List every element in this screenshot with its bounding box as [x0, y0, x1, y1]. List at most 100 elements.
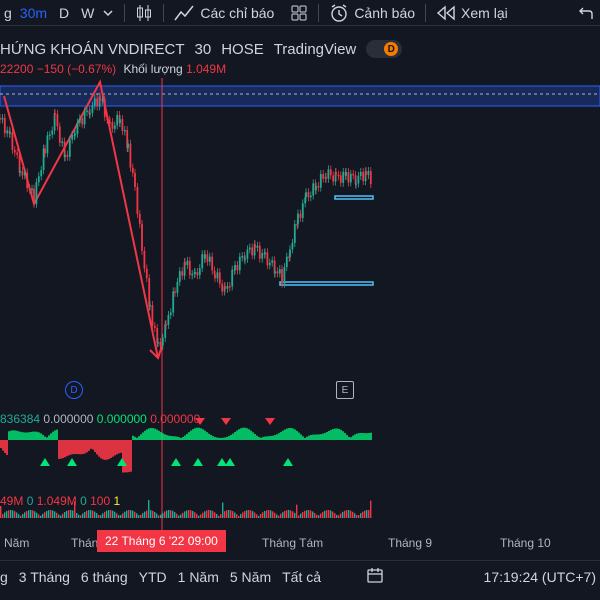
interval-dropdown[interactable] — [98, 0, 118, 26]
vol-value-6: 1 — [113, 494, 121, 508]
oscillator-legend[interactable]: 836384 0.000000 0.000000 0.000000 — [0, 412, 200, 426]
chart-pane[interactable] — [0, 78, 600, 530]
osc-bar — [272, 435, 274, 440]
osc-bar — [224, 437, 226, 440]
osc-bar — [158, 430, 160, 440]
interval-30m[interactable]: 30m — [16, 0, 51, 26]
candle-body — [93, 98, 96, 106]
candle-body — [151, 304, 154, 326]
volume-bar — [262, 512, 264, 518]
candle-body — [64, 154, 66, 158]
range-6-months[interactable]: 6 tháng — [81, 569, 128, 585]
range-1-year[interactable]: 1 Năm — [178, 569, 219, 585]
chart-type-button[interactable] — [131, 0, 157, 26]
range-3-months[interactable]: 3 Tháng — [19, 569, 70, 585]
indicators-button[interactable]: Các chỉ báo — [170, 0, 278, 26]
candle-body — [188, 260, 191, 275]
volume-bar — [48, 510, 50, 518]
top-toolbar: g 30m D W Các chỉ báo Cảnh báo Xem lại — [0, 0, 600, 26]
candle-body — [138, 213, 141, 224]
volume-bar — [88, 510, 90, 518]
volume-bar — [352, 511, 354, 518]
candle-body — [23, 172, 26, 176]
volume-bar — [310, 510, 312, 518]
symbol-legend[interactable]: HỨNG KHOÁN VNDIRECT 30 HOSE TradingView … — [0, 38, 412, 60]
volume-bar — [242, 512, 244, 518]
volume-bar — [150, 510, 152, 518]
osc-bar — [116, 440, 118, 455]
osc-bar — [60, 440, 62, 459]
candle-body — [167, 315, 170, 325]
volume-bar — [232, 511, 234, 518]
candle-body — [246, 249, 249, 259]
volume-bar — [78, 514, 80, 518]
volume-bar — [236, 514, 238, 518]
volume-bar — [274, 512, 276, 518]
volume-bar — [160, 514, 162, 518]
volume-bar — [220, 514, 222, 518]
osc-bar — [210, 434, 212, 440]
volume-bar — [32, 510, 34, 518]
osc-bar — [252, 432, 254, 440]
candles-icon — [137, 4, 152, 21]
candle-body — [31, 188, 33, 191]
osc-bar — [264, 436, 266, 440]
divider — [318, 3, 320, 22]
undo-button[interactable] — [574, 0, 598, 26]
range-5-years[interactable]: 5 Năm — [230, 569, 271, 585]
osc-bar — [28, 432, 30, 440]
time-axis[interactable]: Năm Thán Tháng Tám Tháng 9 Tháng 10 — [0, 531, 600, 555]
candle-body — [83, 111, 86, 125]
market-status-badge[interactable]: D — [366, 40, 403, 58]
candle-body — [0, 118, 1, 120]
candle-body — [96, 98, 99, 107]
volume-bar — [46, 510, 48, 518]
dividend-marker[interactable]: D — [65, 381, 83, 399]
interval-g[interactable]: g — [0, 0, 16, 26]
replay-button[interactable]: Xem lại — [432, 0, 512, 26]
templates-button[interactable] — [286, 0, 312, 26]
sell-signal-icon — [265, 418, 275, 425]
last-price: 22200 — [0, 62, 34, 76]
price-chart-canvas[interactable] — [0, 78, 600, 530]
candle-body — [1, 117, 4, 120]
osc-bar — [356, 433, 358, 440]
osc-bar — [364, 433, 366, 440]
osc-bar — [362, 433, 364, 440]
range-g[interactable]: g — [0, 569, 8, 585]
date-range-button[interactable] — [366, 566, 384, 587]
volume-bar — [4, 512, 6, 518]
osc-bar — [88, 440, 90, 451]
candle-body — [289, 249, 291, 257]
volume-bar — [272, 511, 274, 518]
volume-bar — [82, 513, 84, 518]
volume-bar — [280, 513, 282, 518]
volume-bar — [158, 515, 160, 518]
volume-bar — [320, 513, 322, 518]
osc-bar — [350, 437, 352, 440]
buy-signal-icon — [283, 458, 293, 466]
range-all[interactable]: Tất cả — [282, 569, 321, 585]
osc-bar — [294, 429, 296, 440]
osc-bar — [194, 428, 196, 440]
candle-body — [74, 133, 76, 136]
range-ytd[interactable]: YTD — [139, 569, 167, 585]
volume-bar — [222, 502, 224, 518]
candle-body — [234, 265, 236, 270]
osc-bar — [368, 433, 370, 440]
price-zone-rect — [0, 85, 600, 107]
divider — [425, 3, 427, 22]
volume-bar — [286, 510, 288, 518]
time-label: Thán — [71, 536, 99, 550]
indicators-label: Các chỉ báo — [200, 4, 275, 21]
interval-w[interactable]: W — [77, 0, 98, 26]
earnings-marker[interactable]: E — [336, 381, 354, 399]
candle-body — [305, 192, 307, 198]
clock-timezone[interactable]: 17:19:24 (UTC+7) — [484, 569, 596, 585]
candle-body — [307, 192, 310, 198]
alerts-button[interactable]: Cảnh báo — [325, 0, 419, 26]
volume-bar — [270, 510, 272, 518]
osc-bar — [96, 440, 98, 455]
interval-d[interactable]: D — [55, 0, 73, 26]
volume-legend[interactable]: 49M 0 1.049M 0 100 1 — [0, 494, 120, 508]
